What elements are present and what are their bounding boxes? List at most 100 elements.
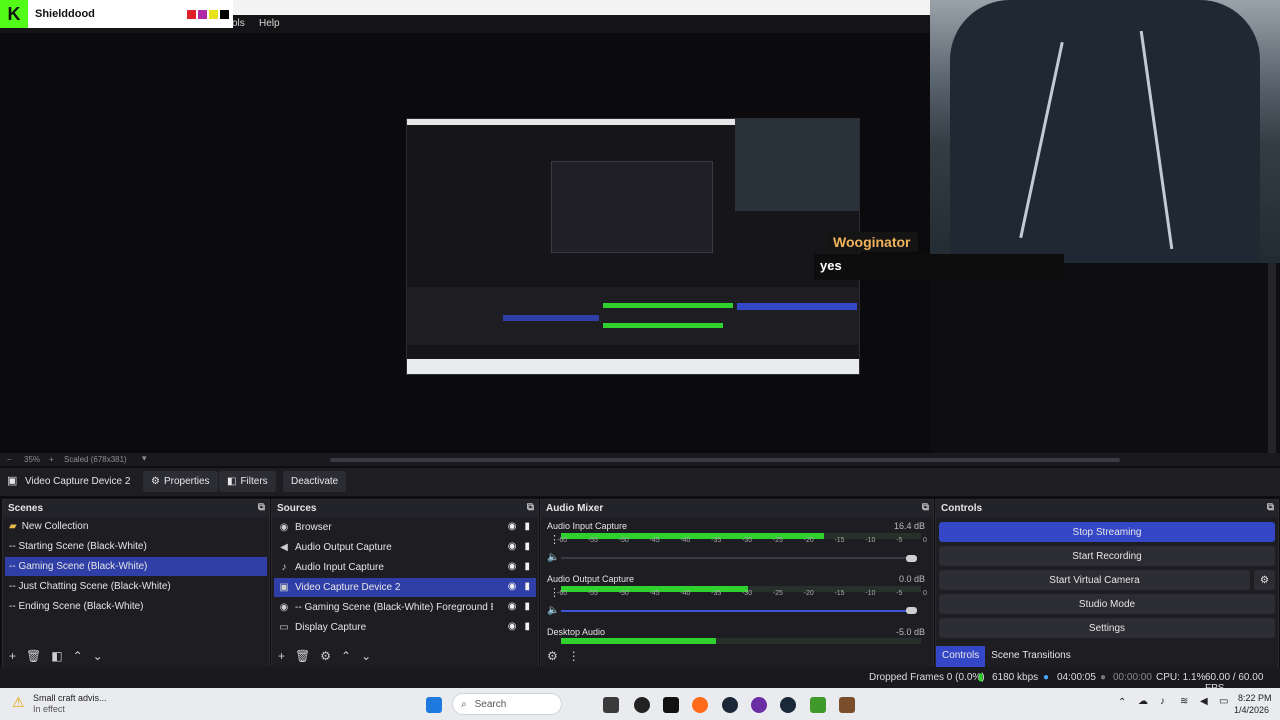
settings-button[interactable]: Settings	[939, 618, 1275, 638]
undock-icon[interactable]: ⧉	[527, 502, 534, 513]
volume-slider-handle[interactable]	[906, 607, 917, 614]
tab-controls[interactable]: Controls	[936, 646, 986, 668]
lock-icon[interactable]: ▮	[524, 621, 530, 632]
scale-tick-label: -55	[587, 537, 598, 544]
lock-icon[interactable]: ▮	[524, 541, 530, 552]
source-item[interactable]: ◉ -- Gaming Scene (Black-White) Foregroun…	[274, 598, 536, 617]
start-recording-button[interactable]: Start Recording	[939, 546, 1275, 566]
eye-icon[interactable]: ◉	[508, 581, 517, 592]
speaker-mute-icon[interactable]: 🔈	[547, 605, 559, 616]
minecraft-icon[interactable]	[810, 697, 826, 713]
taskbar-search[interactable]: ⌕ Search	[452, 693, 562, 715]
chevron-up-icon[interactable]: ⌃	[73, 649, 83, 663]
lock-icon[interactable]: ▮	[524, 561, 530, 572]
volume-slider[interactable]	[561, 610, 911, 612]
preview-vertical-scrollbar[interactable]	[1268, 263, 1276, 453]
clock-time[interactable]: 8:22 PM	[1238, 693, 1272, 703]
studio-mode-button[interactable]: Studio Mode	[939, 594, 1275, 614]
warning-icon: ⚠	[12, 694, 25, 710]
steam-icon[interactable]	[780, 697, 796, 713]
color-swatch	[187, 9, 196, 19]
filter-icon[interactable]: ◧	[51, 649, 62, 663]
speaker-icon: ◀	[280, 542, 288, 553]
lock-icon[interactable]: ▮	[524, 581, 530, 592]
volume-slider-handle[interactable]	[906, 555, 917, 562]
source-item[interactable]: ◉ Browser ◉ ▮	[274, 518, 536, 537]
properties-button[interactable]: ⚙ Properties	[143, 471, 218, 492]
scene-item[interactable]: -- Starting Scene (Black-White)	[5, 537, 267, 556]
trash-icon[interactable]: 🗑	[26, 649, 41, 663]
sources-title-text: Sources	[277, 503, 317, 514]
scene-item[interactable]: -- Ending Scene (Black-White)	[5, 597, 267, 616]
preview-horizontal-scrollbar[interactable]	[330, 458, 1120, 462]
source-item[interactable]: ▭ Display Capture ◉ ▮	[274, 618, 536, 637]
cloud-icon[interactable]: ☁	[1138, 696, 1148, 707]
source-item-selected[interactable]: ▣ Video Capture Device 2 ◉ ▮	[274, 578, 536, 597]
record-time: 00:00:00	[1113, 672, 1152, 683]
source-item[interactable]: ◀ Audio Output Capture ◉ ▮	[274, 538, 536, 557]
battery-icon[interactable]: ▭	[1219, 696, 1228, 707]
scene-label: -- Ending Scene (Black-White)	[9, 601, 144, 612]
zoom-out-button[interactable]: −	[7, 455, 12, 464]
volume-icon[interactable]: ◀	[1200, 696, 1208, 707]
scene-collection-item[interactable]: ▰ New Collection	[5, 517, 267, 536]
lock-icon[interactable]: ▮	[524, 601, 530, 612]
eye-icon[interactable]: ◉	[508, 561, 517, 572]
eye-icon[interactable]: ◉	[508, 601, 517, 612]
virtual-camera-settings-button[interactable]: ⚙	[1254, 570, 1275, 590]
meter-scale: -60 -55 -50 -45 -40 -35 -30 -25 -20 -15 -10 -5 0	[557, 590, 927, 597]
scene-label: -- Just Chatting Scene (Black-White)	[9, 581, 171, 592]
more-options-icon[interactable]: ⋮	[568, 649, 580, 663]
source-item[interactable]: ♪ Audio Input Capture ◉ ▮	[274, 558, 536, 577]
steam-icon[interactable]	[722, 697, 738, 713]
chevron-down-icon[interactable]: ⌄	[361, 649, 371, 663]
add-icon[interactable]: +	[278, 649, 285, 663]
volume-slider[interactable]	[561, 557, 911, 559]
chevron-up-icon[interactable]: ⌃	[1118, 697, 1126, 708]
deactivate-button[interactable]: Deactivate	[283, 471, 347, 492]
scene-item-selected[interactable]: -- Gaming Scene (Black-White)	[5, 557, 267, 576]
minecraft-launcher-icon[interactable]	[839, 697, 855, 713]
lock-icon[interactable]: ▮	[524, 521, 530, 532]
chevron-down-icon[interactable]: ⌄	[93, 649, 103, 663]
scale-dropdown-icon[interactable]: ▾	[142, 453, 147, 464]
eye-icon[interactable]: ◉	[508, 621, 517, 632]
scenes-toolbar: + 🗑 ◧ ⌃ ⌄	[3, 644, 269, 668]
trash-icon[interactable]: 🗑	[295, 649, 310, 663]
chevron-up-icon[interactable]: ⌃	[341, 649, 351, 663]
app-icon[interactable]	[751, 697, 767, 713]
mixer-settings-icon[interactable]: ⚙	[547, 649, 558, 663]
weather-title[interactable]: Small craft advis...	[33, 693, 107, 703]
firefox-icon[interactable]	[692, 697, 708, 713]
scale-tick-label: -5	[896, 590, 903, 597]
windows-start-icon[interactable]	[426, 697, 442, 713]
eye-icon[interactable]: ◉	[508, 521, 517, 532]
sources-title: Sources ⧉	[272, 500, 538, 517]
wifi-icon[interactable]: ≋	[1180, 696, 1188, 707]
start-virtual-camera-button[interactable]: Start Virtual Camera	[939, 570, 1250, 590]
gear-icon[interactable]: ⚙	[320, 649, 331, 663]
undock-icon[interactable]: ⧉	[258, 502, 265, 513]
obs-app-icon[interactable]	[634, 697, 650, 713]
record-icon: ●	[1100, 672, 1107, 683]
channel-name: Audio Output Capture	[547, 574, 635, 584]
add-icon[interactable]: +	[9, 649, 16, 663]
task-view-icon[interactable]	[603, 697, 619, 713]
scene-item[interactable]: -- Just Chatting Scene (Black-White)	[5, 577, 267, 596]
microphone-icon[interactable]: ♪	[1160, 696, 1165, 707]
channel-name: Desktop Audio	[547, 627, 606, 637]
clock-date[interactable]: 1/4/2026	[1234, 705, 1269, 715]
speaker-mute-icon[interactable]: 🔈	[547, 552, 559, 563]
undock-icon[interactable]: ⧉	[922, 502, 929, 513]
undock-icon[interactable]: ⧉	[1267, 502, 1274, 513]
epic-games-icon[interactable]	[663, 697, 679, 713]
scale-tick-label: -25	[772, 537, 783, 544]
filters-button[interactable]: ◧ Filters	[219, 471, 276, 492]
stop-streaming-button[interactable]: Stop Streaming	[939, 522, 1275, 542]
tab-scene-transitions[interactable]: Scene Transitions	[985, 646, 1077, 668]
menu-tools[interactable]: ols	[232, 18, 245, 29]
scenes-dock: Scenes ⧉ ▰ New Collection -- Starting Scen…	[2, 499, 270, 669]
eye-icon[interactable]: ◉	[508, 541, 517, 552]
menu-help[interactable]: Help	[259, 18, 280, 29]
zoom-in-button[interactable]: +	[49, 455, 54, 464]
